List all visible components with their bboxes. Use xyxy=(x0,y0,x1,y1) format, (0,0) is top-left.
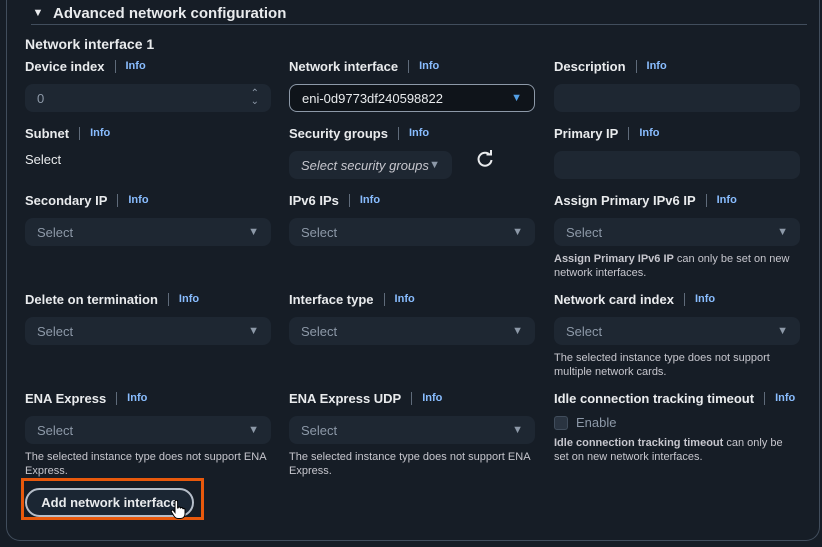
caret-down-icon: ▼ xyxy=(777,325,788,337)
secondary-ip-label: Secondary IP xyxy=(25,192,108,208)
info-link[interactable]: Info xyxy=(409,127,429,139)
refresh-icon[interactable] xyxy=(475,149,495,169)
security-groups-placeholder: Select security groups xyxy=(301,157,429,173)
idle-timeout-checkbox-row[interactable]: Enable xyxy=(554,415,800,430)
ena-express-udp-help: The selected instance type does not supp… xyxy=(289,451,530,477)
caret-down-icon: ▼ xyxy=(512,325,523,337)
security-groups-select[interactable]: Select security groups ▼ xyxy=(289,151,452,179)
delete-on-termination-field: Delete on termination Info Select ▼ xyxy=(25,290,271,345)
info-link[interactable]: Info xyxy=(639,127,659,139)
secondary-ip-field: Secondary IP Info Select ▼ xyxy=(25,191,271,246)
hand-cursor-icon xyxy=(170,500,186,519)
network-card-index-field: Network card index Info Select ▼ The sele… xyxy=(554,290,800,379)
assign-primary-ipv6-label: Assign Primary IPv6 IP xyxy=(554,192,696,208)
info-link[interactable]: Info xyxy=(126,60,146,72)
caret-down-icon: ▼ xyxy=(512,226,523,238)
caret-down-icon: ▼ xyxy=(248,424,259,436)
assign-primary-ipv6-placeholder: Select xyxy=(566,224,603,240)
network-card-index-placeholder: Select xyxy=(566,323,603,339)
description-input[interactable] xyxy=(554,84,800,112)
ena-express-placeholder: Select xyxy=(37,422,74,438)
description-label: Description xyxy=(554,58,626,74)
network-card-index-label: Network card index xyxy=(554,291,674,307)
caret-down-icon: ▼ xyxy=(248,325,259,337)
interface-type-select[interactable]: Select ▼ xyxy=(289,317,535,345)
enable-checkbox[interactable] xyxy=(554,415,568,430)
idle-timeout-help: Idle connection tracking timeout can onl… xyxy=(554,436,800,464)
security-groups-field: Security groups Info Select security grou… xyxy=(289,124,535,179)
device-index-field: Device index Info 0 ⌃ ⌄ xyxy=(25,57,271,112)
info-link[interactable]: Info xyxy=(419,60,439,72)
delete-on-termination-label: Delete on termination xyxy=(25,291,158,307)
assign-primary-ipv6-select[interactable]: Select ▼ xyxy=(554,218,800,246)
description-field: Description Info xyxy=(554,57,800,112)
ena-express-udp-placeholder: Select xyxy=(301,422,338,438)
ena-express-udp-field: ENA Express UDP Info Select ▼ The selecte… xyxy=(289,389,535,478)
info-link[interactable]: Info xyxy=(128,194,148,206)
add-network-interface-button[interactable]: Add network interface xyxy=(25,488,194,517)
caret-down-icon: ▼ xyxy=(777,226,788,238)
ena-express-label: ENA Express xyxy=(25,390,107,406)
primary-ip-input[interactable] xyxy=(554,151,800,179)
caret-down-icon: ▼ xyxy=(511,92,522,104)
security-groups-label: Security groups xyxy=(289,125,388,141)
network-interface-title: Network interface 1 xyxy=(25,36,155,52)
info-link[interactable]: Info xyxy=(127,392,147,404)
ena-express-help: The selected instance type does not supp… xyxy=(25,451,266,477)
network-card-index-select[interactable]: Select ▼ xyxy=(554,317,800,345)
info-link[interactable]: Info xyxy=(647,60,667,72)
ipv6-ips-placeholder: Select xyxy=(301,224,338,240)
info-link[interactable]: Info xyxy=(422,392,442,404)
network-interface-field: Network interface Info eni-0d9773df240598… xyxy=(289,57,535,112)
info-link[interactable]: Info xyxy=(717,194,737,206)
idle-timeout-field: Idle connection tracking timeout Info Ena… xyxy=(554,389,800,464)
network-interface-value: eni-0d9773df240598822 xyxy=(302,90,443,106)
enable-checkbox-label: Enable xyxy=(576,415,617,430)
info-link[interactable]: Info xyxy=(179,293,199,305)
ena-express-udp-label: ENA Express UDP xyxy=(289,390,402,406)
caret-down-icon[interactable]: ▼ xyxy=(31,7,45,19)
device-index-placeholder: 0 xyxy=(37,90,45,106)
secondary-ip-placeholder: Select xyxy=(37,224,74,240)
network-card-index-help: The selected instance type does not supp… xyxy=(554,352,770,378)
caret-down-icon: ▼ xyxy=(248,226,259,238)
idle-timeout-label: Idle connection tracking timeout xyxy=(554,390,755,406)
device-index-input[interactable]: 0 ⌃ ⌄ xyxy=(25,84,271,112)
interface-type-placeholder: Select xyxy=(301,323,338,339)
caret-down-icon: ▼ xyxy=(512,424,523,436)
device-index-label: Device index xyxy=(25,58,105,74)
info-link[interactable]: Info xyxy=(90,127,110,139)
interface-type-field: Interface type Info Select ▼ xyxy=(289,290,535,345)
ena-express-udp-select[interactable]: Select ▼ xyxy=(289,416,535,444)
primary-ip-label: Primary IP xyxy=(554,125,619,141)
network-interface-label: Network interface xyxy=(289,58,399,74)
secondary-ip-select[interactable]: Select ▼ xyxy=(25,218,271,246)
assign-primary-ipv6-field: Assign Primary IPv6 IP Info Select ▼ Assi… xyxy=(554,191,800,280)
caret-down-icon: ▼ xyxy=(429,159,440,171)
ipv6-ips-field: IPv6 IPs Info Select ▼ xyxy=(289,191,535,246)
info-link[interactable]: Info xyxy=(695,293,715,305)
ipv6-ips-select[interactable]: Select ▼ xyxy=(289,218,535,246)
subnet-field: Subnet Info Select xyxy=(25,124,271,168)
help-bold: Assign Primary IPv6 IP xyxy=(554,253,674,265)
ena-express-select[interactable]: Select ▼ xyxy=(25,416,271,444)
section-header[interactable]: ▼ Advanced network configuration xyxy=(31,2,807,25)
assign-primary-ipv6-help: Assign Primary IPv6 IP can only be set o… xyxy=(554,252,800,280)
section-title: Advanced network configuration xyxy=(53,4,287,22)
stepper-icon[interactable]: ⌃ ⌄ xyxy=(251,89,259,107)
ena-express-field: ENA Express Info Select ▼ The selected in… xyxy=(25,389,271,478)
help-bold: Idle connection tracking timeout xyxy=(554,437,724,449)
network-interface-select[interactable]: eni-0d9773df240598822 ▼ xyxy=(289,84,535,112)
info-link[interactable]: Info xyxy=(395,293,415,305)
interface-type-label: Interface type xyxy=(289,291,374,307)
primary-ip-field: Primary IP Info xyxy=(554,124,800,179)
delete-on-termination-select[interactable]: Select ▼ xyxy=(25,317,271,345)
ipv6-ips-label: IPv6 IPs xyxy=(289,192,339,208)
subnet-label: Subnet xyxy=(25,125,70,141)
delete-on-termination-placeholder: Select xyxy=(37,323,74,339)
info-link[interactable]: Info xyxy=(775,392,795,404)
subnet-value[interactable]: Select xyxy=(25,152,271,167)
info-link[interactable]: Info xyxy=(360,194,380,206)
